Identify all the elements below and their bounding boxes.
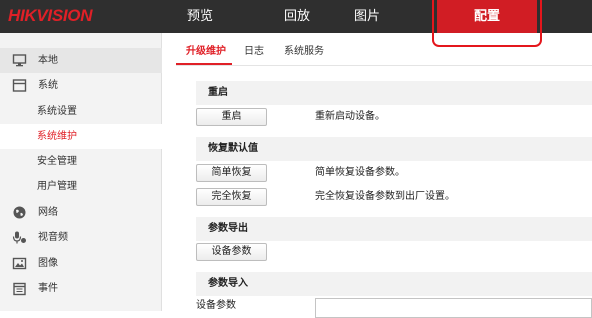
full-restore-description: 完全恢复设备参数到出厂设置。: [315, 191, 455, 202]
logo-text: HIKVISION: [8, 6, 93, 25]
section-title: 重启: [208, 87, 228, 98]
sidebar-item-system[interactable]: 系统: [0, 73, 162, 98]
simple-restore-description: 简单恢复设备参数。: [315, 167, 405, 178]
sidebar-item-label: 安全管理: [37, 156, 77, 167]
sidebar-item-security-management[interactable]: 安全管理: [0, 149, 162, 174]
nav-preview[interactable]: 预览: [165, 0, 235, 33]
reboot-button[interactable]: 重启: [196, 108, 267, 126]
sidebar: 本地 系统 系统设置 系统维护 安全管理 用户管理 网络 视音频 图像 事件: [0, 33, 162, 311]
microphone-icon: [12, 231, 26, 244]
sidebar-item-network[interactable]: 网络: [0, 200, 162, 225]
section-title: 参数导出: [208, 223, 248, 234]
sidebar-item-label: 用户管理: [37, 181, 77, 192]
sidebar-item-system-settings[interactable]: 系统设置: [0, 99, 162, 124]
section-header-parameter-export: 参数导出: [196, 217, 592, 241]
sidebar-item-label: 事件: [38, 283, 58, 294]
sidebar-item-label: 系统维护: [37, 131, 77, 142]
sidebar-item-label: 图像: [38, 258, 58, 269]
system-window-icon: [12, 79, 27, 92]
monitor-icon: [12, 54, 27, 67]
image-icon: [12, 257, 27, 270]
nav-picture[interactable]: 图片: [332, 0, 402, 33]
section-title: 恢复默认值: [208, 143, 258, 154]
section-header-parameter-import: 参数导入: [196, 272, 592, 296]
full-restore-button[interactable]: 完全恢复: [196, 188, 267, 206]
sidebar-item-event[interactable]: 事件: [0, 276, 162, 301]
hikvision-logo: HIKVISION: [8, 6, 93, 26]
simple-restore-button[interactable]: 简单恢复: [196, 164, 267, 182]
globe-icon: [13, 206, 26, 219]
section-header-reboot: 重启: [196, 81, 592, 105]
sidebar-item-label: 系统: [38, 80, 58, 91]
sidebar-item-label: 网络: [38, 207, 58, 218]
tab-log[interactable]: 日志: [244, 40, 264, 64]
nav-playback[interactable]: 回放: [262, 0, 332, 33]
section-title: 参数导入: [208, 278, 248, 289]
sidebar-item-local[interactable]: 本地: [0, 48, 162, 73]
reboot-description: 重新启动设备。: [315, 111, 385, 122]
section-header-restore-defaults: 恢复默认值: [196, 137, 592, 161]
sidebar-item-label: 视音频: [38, 232, 68, 243]
top-navigation-bar: HIKVISION 预览 回放 图片 配置: [0, 0, 592, 33]
sidebar-item-label: 本地: [38, 55, 58, 66]
calendar-icon: [13, 282, 26, 296]
tab-divider: [176, 65, 592, 66]
sidebar-item-system-maintenance[interactable]: 系统维护: [0, 124, 162, 149]
nav-configuration[interactable]: 配置: [437, 0, 537, 33]
export-device-parameters-button[interactable]: 设备参数: [196, 243, 267, 261]
sidebar-item-audio-video[interactable]: 视音频: [0, 225, 162, 250]
tab-system-service[interactable]: 系统服务: [284, 40, 324, 64]
sidebar-item-user-management[interactable]: 用户管理: [0, 174, 162, 199]
import-file-path-input[interactable]: [315, 298, 592, 318]
sidebar-item-label: 系统设置: [37, 106, 77, 117]
tab-upgrade-maintenance[interactable]: 升级维护: [186, 40, 226, 64]
sidebar-item-image[interactable]: 图像: [0, 251, 162, 276]
